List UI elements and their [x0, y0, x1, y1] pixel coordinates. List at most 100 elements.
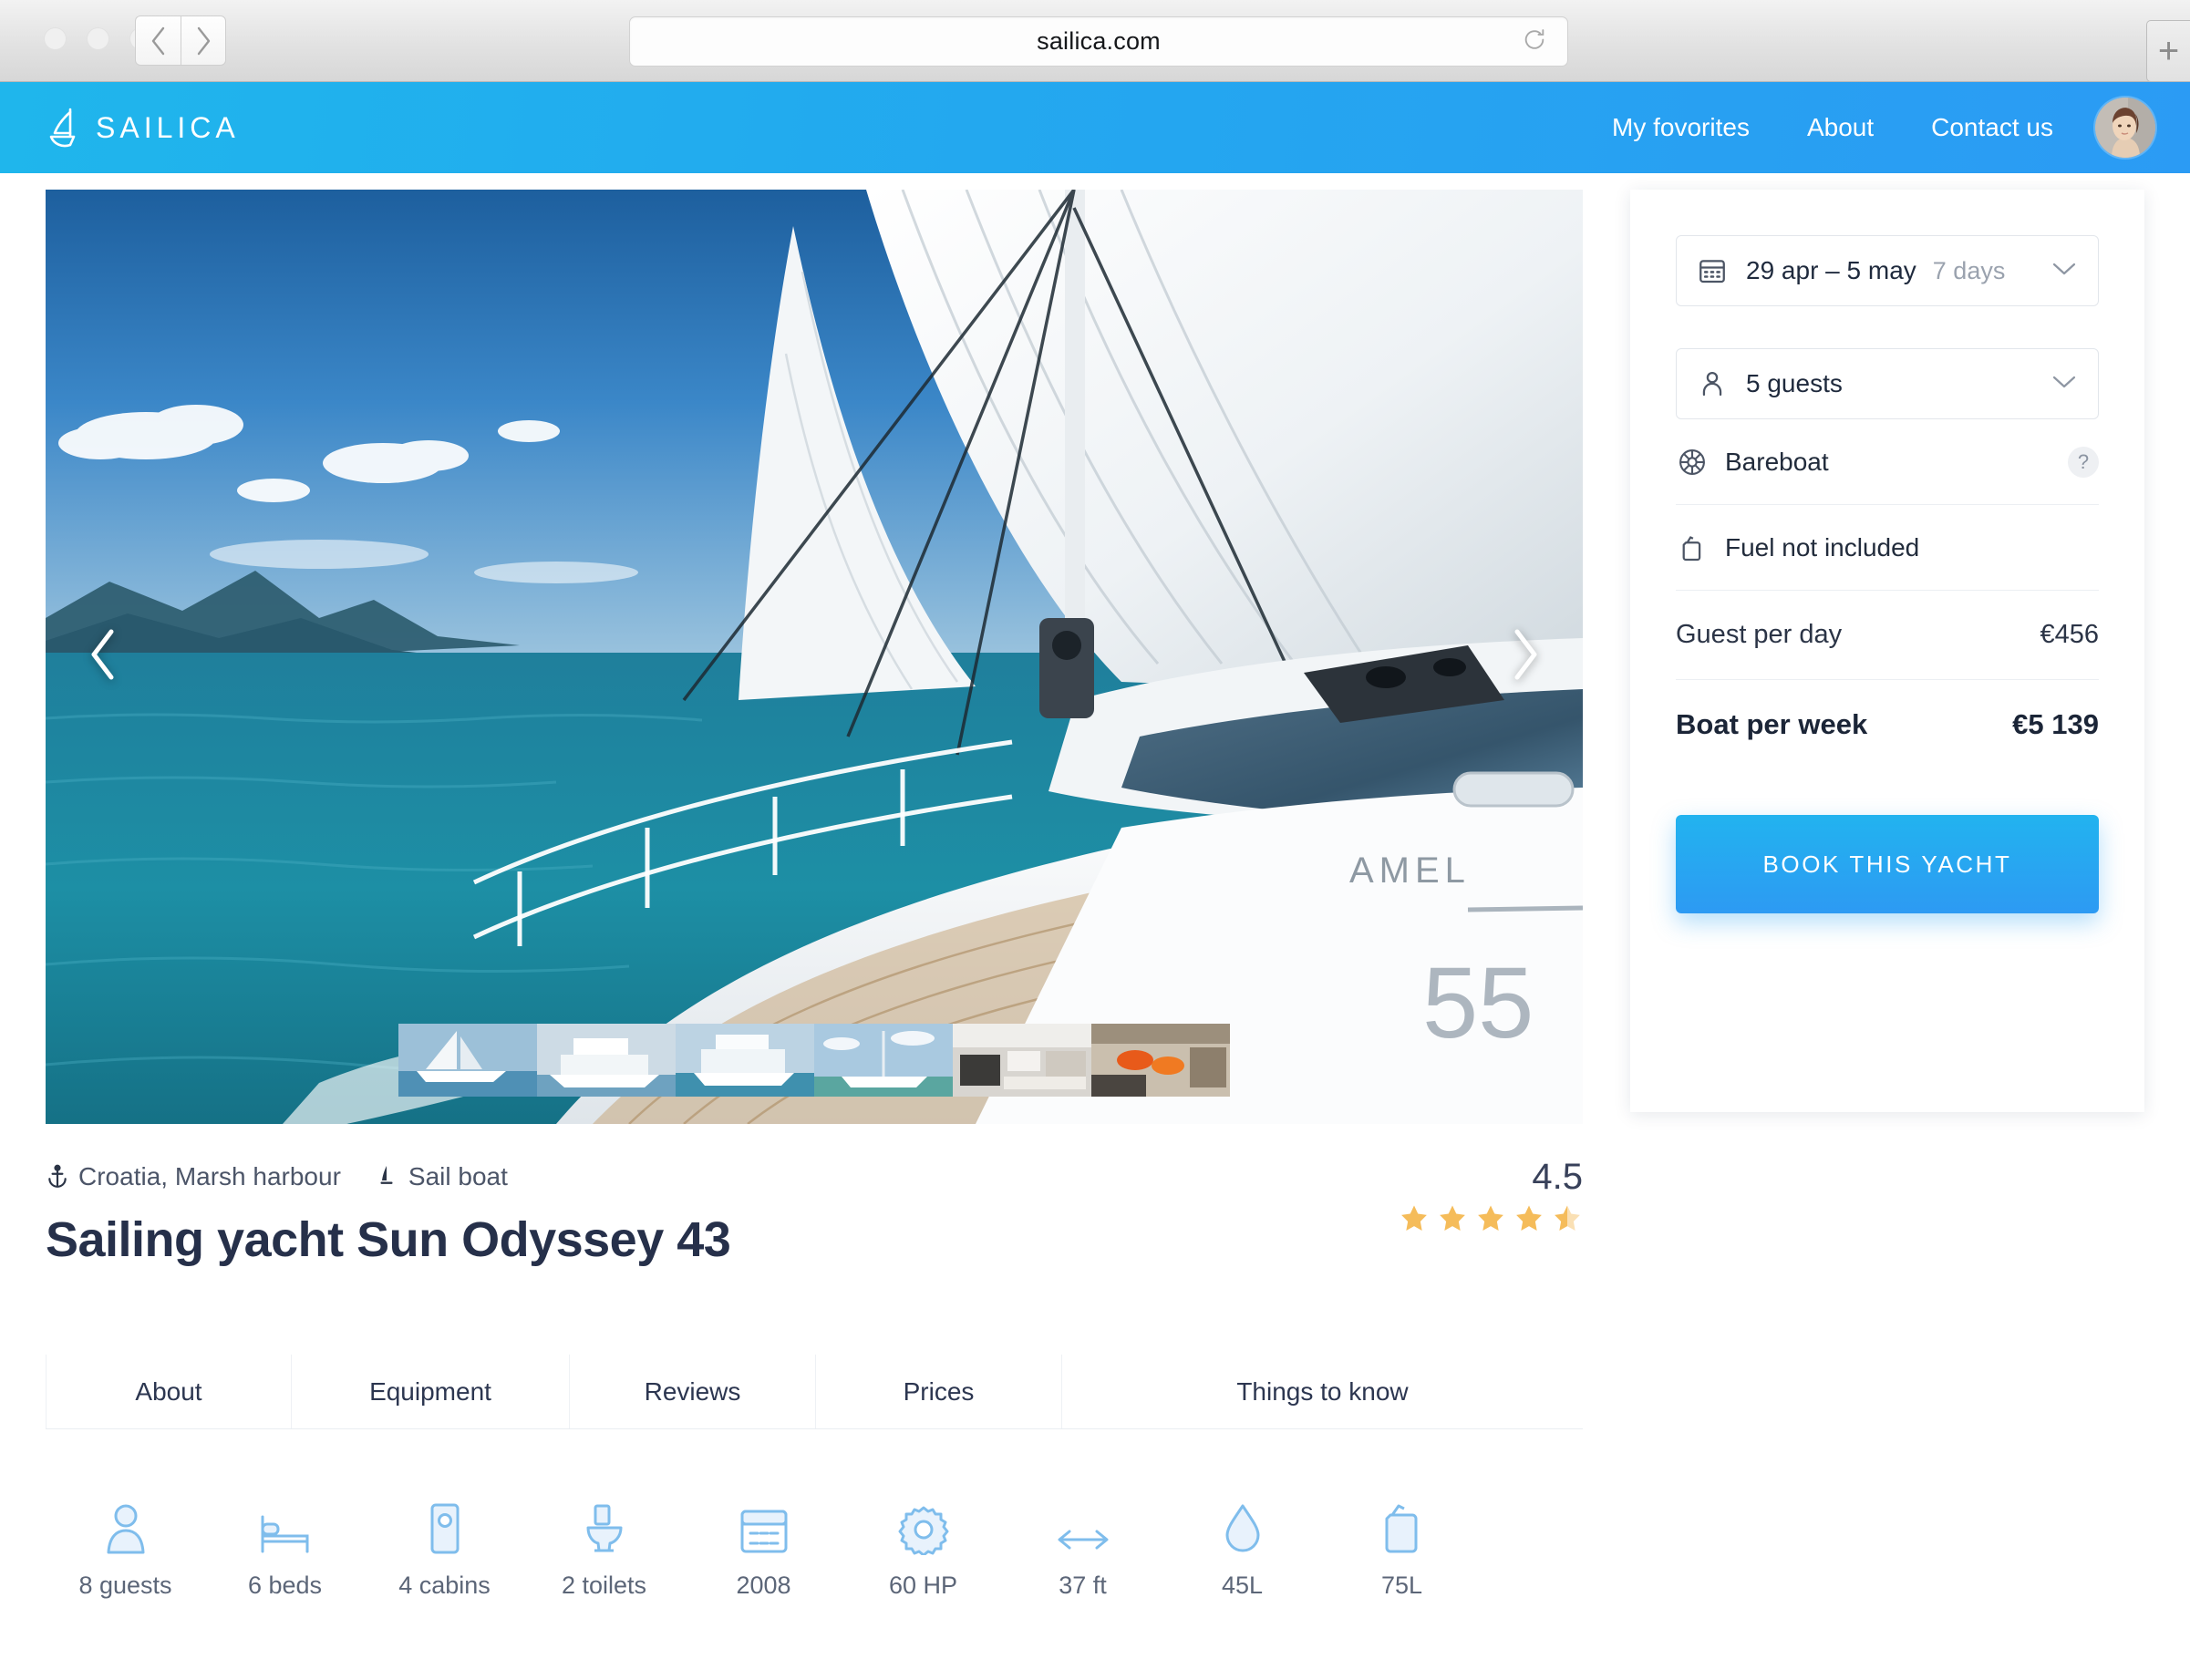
calendar-icon [1697, 255, 1728, 286]
chevron-down-icon[interactable] [2051, 261, 2078, 282]
spec-label: 37 ft [1059, 1572, 1107, 1599]
spec-label: 2 toilets [561, 1572, 647, 1599]
star-icon [1440, 1205, 1465, 1231]
spec-water-tank: 45L [1162, 1495, 1322, 1600]
star-half-icon [1555, 1205, 1580, 1231]
tab-prices[interactable]: Prices [816, 1355, 1062, 1428]
thumb-interior-saloon-icon [953, 1024, 1091, 1097]
toilet-icon [582, 1495, 627, 1555]
gallery-prev-button[interactable] [71, 625, 135, 689]
gallery-thumbnail[interactable] [1091, 1024, 1230, 1097]
water-drop-icon [1222, 1495, 1264, 1555]
charter-type-label: Bareboat [1725, 447, 1829, 476]
spec-label: 75L [1380, 1572, 1423, 1599]
chevron-down-icon[interactable] [2051, 374, 2078, 395]
bed-icon [258, 1495, 313, 1555]
chevron-right-icon [1509, 628, 1542, 685]
fuel-can-icon [1676, 531, 1709, 564]
star-icon [1478, 1205, 1503, 1231]
thumb-power-catamaran-icon [676, 1024, 814, 1097]
new-tab-button[interactable]: + [2146, 20, 2190, 82]
tab-reviews[interactable]: Reviews [570, 1355, 816, 1428]
svg-text:55: 55 [1422, 947, 1534, 1059]
helm-wheel-icon [1676, 446, 1709, 479]
browser-nav-buttons [135, 15, 226, 66]
spec-label: 6 beds [247, 1572, 323, 1599]
chevron-left-icon [150, 26, 168, 57]
price-value: €456 [2040, 620, 2099, 649]
gallery-thumbnail[interactable] [537, 1024, 676, 1097]
nav-link-my-favorites[interactable]: My fovorites [1612, 113, 1750, 142]
spec-label: 4 cabins [398, 1572, 491, 1599]
spec-label: 60 HP [888, 1572, 958, 1599]
price-row: Guest per day €456 [1676, 591, 2099, 680]
tab-things-to-know[interactable]: Things to know [1062, 1355, 1583, 1428]
listing-location: Croatia, Marsh harbour [78, 1162, 341, 1190]
brand-logo[interactable]: SAILICA [46, 107, 240, 149]
date-range-duration: 7 days [1932, 256, 2006, 284]
thumb-catamaran-anchored-icon [814, 1024, 953, 1097]
length-arrows-icon [1054, 1495, 1112, 1555]
address-bar[interactable]: sailica.com [629, 16, 1568, 67]
hero-image: AMEL 55 [46, 190, 1583, 1124]
chevron-left-icon [87, 628, 119, 685]
price-label: Guest per day [1676, 620, 1843, 649]
rating-stars [1399, 1203, 1583, 1233]
thumb-interior-lounge-icon [1091, 1024, 1230, 1097]
person-icon [1697, 368, 1728, 399]
brand-name: SAILICA [96, 110, 240, 144]
listing-meta: Croatia, Marsh harbour Sail boat [46, 1162, 1583, 1191]
spec-fuel-tank: 75L [1322, 1495, 1482, 1600]
gallery-next-button[interactable] [1493, 625, 1557, 689]
back-button[interactable] [135, 15, 181, 66]
thumb-sailing-yacht-icon [398, 1024, 537, 1097]
spec-strip: 8 guests 6 beds 4 cabins 2 toilets 2008 … [46, 1495, 1486, 1600]
gallery-thumbnail-strip [398, 1024, 1230, 1097]
header-nav: My fovorites About Contact us [1612, 113, 2053, 142]
spec-engine-power: 60 HP [843, 1495, 1003, 1600]
sailboat-icon [376, 1163, 399, 1190]
tab-equipment[interactable]: Equipment [292, 1355, 570, 1428]
page-title: Sailing yacht Sun Odyssey 43 [46, 1212, 731, 1267]
rating-block: 4.5 [1399, 1157, 1583, 1233]
cabin-door-icon [427, 1495, 463, 1555]
gear-icon [898, 1495, 949, 1555]
gallery-thumbnail[interactable] [814, 1024, 953, 1097]
book-this-yacht-button[interactable]: BOOK THIS YACHT [1676, 815, 2099, 913]
spec-guests: 8 guests [46, 1495, 205, 1600]
nav-link-about[interactable]: About [1807, 113, 1874, 142]
spec-label: 2008 [736, 1572, 791, 1599]
minimize-window-button[interactable] [87, 27, 109, 50]
gallery-thumbnail[interactable] [953, 1024, 1091, 1097]
date-range-selector[interactable]: 29 apr – 5 may 7 days [1676, 235, 2099, 306]
gallery-thumbnail[interactable] [398, 1024, 537, 1097]
charter-type-row: Bareboat ? [1676, 419, 2099, 505]
listing-boat-type: Sail boat [408, 1162, 508, 1190]
avatar[interactable] [2095, 98, 2155, 158]
spec-toilets: 2 toilets [524, 1495, 684, 1600]
forward-button[interactable] [181, 15, 226, 66]
svg-text:AMEL: AMEL [1349, 850, 1471, 891]
price-value: €5 139 [2012, 708, 2099, 740]
reload-icon[interactable] [1522, 26, 1547, 57]
date-range-value: 29 apr – 5 may [1746, 256, 1916, 284]
price-label: Boat per week [1676, 708, 1868, 740]
chevron-right-icon [194, 26, 212, 57]
sailboat-logo-icon [46, 107, 80, 149]
person-icon [102, 1495, 150, 1555]
guests-selector[interactable]: 5 guests [1676, 348, 2099, 419]
hero-gallery[interactable]: AMEL 55 [46, 190, 1583, 1124]
spec-year: 2008 [684, 1495, 843, 1600]
section-tabs: About Equipment Reviews Prices Things to… [46, 1355, 1583, 1429]
site-header: SAILICA My fovorites About Contact us [0, 82, 2190, 173]
spec-label: 45L [1221, 1572, 1264, 1599]
booking-panel: 29 apr – 5 may 7 days 5 guests Bareboat … [1630, 190, 2144, 1112]
spec-length: 37 ft [1003, 1495, 1162, 1600]
spec-cabins: 4 cabins [365, 1495, 524, 1600]
close-window-button[interactable] [44, 27, 67, 50]
nav-link-contact-us[interactable]: Contact us [1931, 113, 2053, 142]
tab-about[interactable]: About [46, 1355, 292, 1428]
listing-header: Croatia, Marsh harbour Sail boat Sailing… [46, 1157, 1583, 1268]
gallery-thumbnail[interactable] [676, 1024, 814, 1097]
help-icon[interactable]: ? [2068, 446, 2099, 478]
